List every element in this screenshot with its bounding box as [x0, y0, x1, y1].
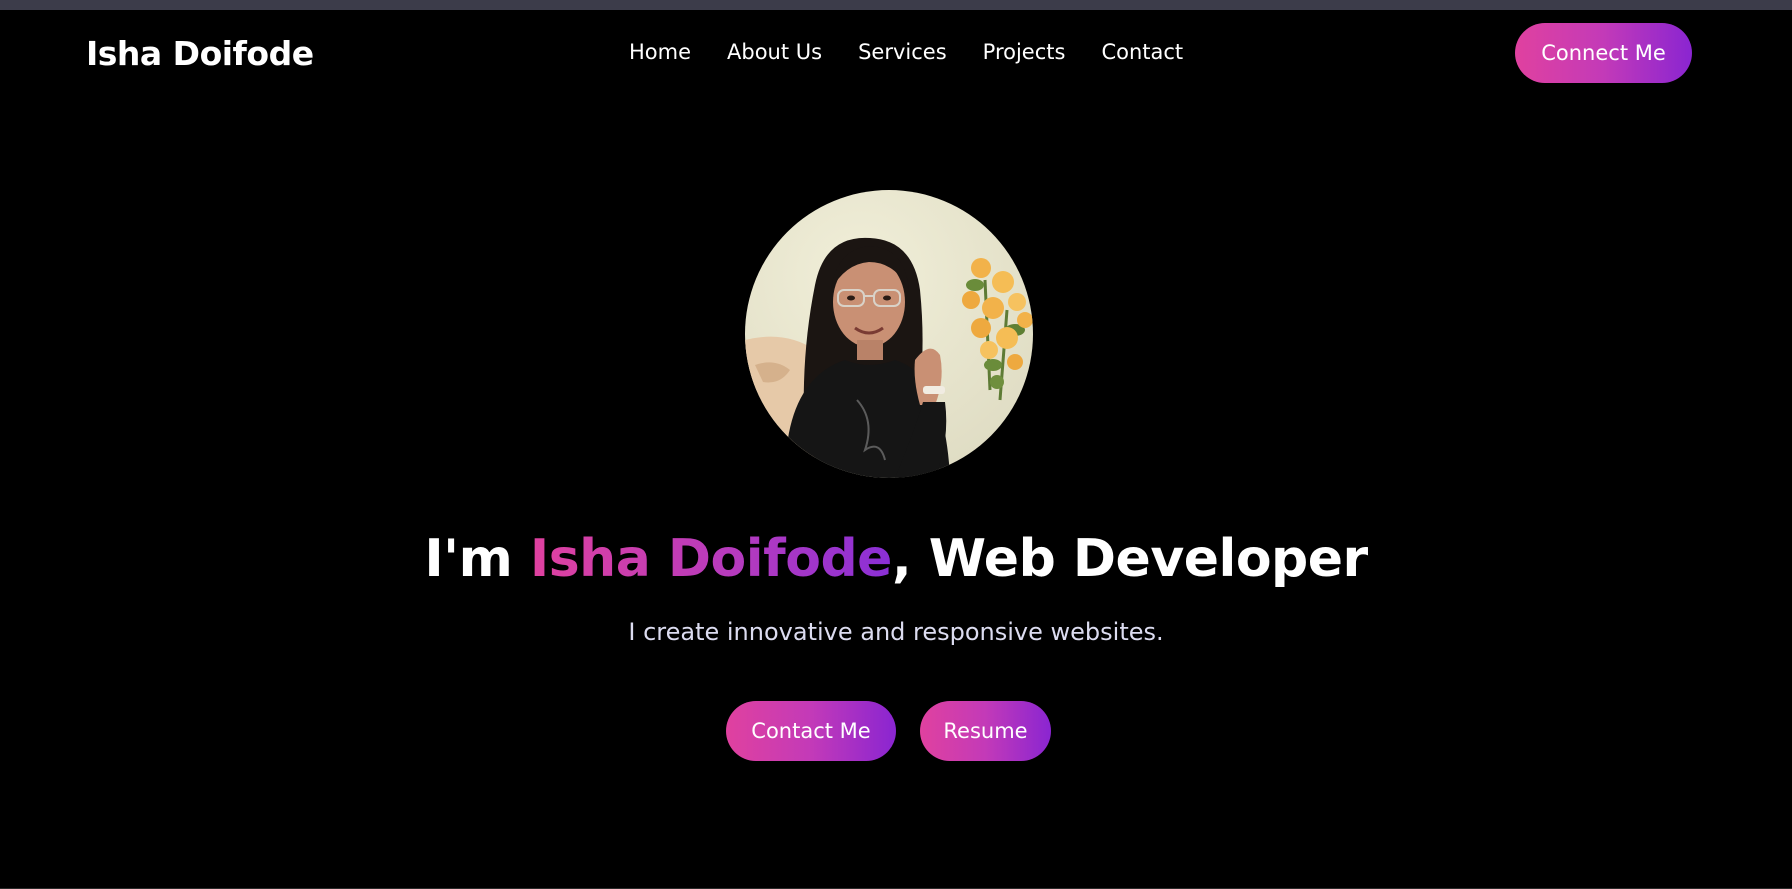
browser-top-strip [0, 0, 1792, 10]
nav-link-contact[interactable]: Contact [1101, 40, 1183, 65]
hero-subtitle: I create innovative and responsive websi… [628, 618, 1164, 646]
nav-link-services[interactable]: Services [858, 40, 947, 65]
site-logo[interactable]: Isha Doifode [86, 34, 314, 74]
hero-title: I'm Isha Doifode, Web Developer [0, 528, 1792, 590]
hero-title-prefix: I'm [424, 529, 530, 589]
resume-button[interactable]: Resume [920, 701, 1051, 761]
nav-links: Home About Us Services Projects Contact [629, 40, 1183, 65]
contact-me-button[interactable]: Contact Me [726, 701, 896, 761]
hero-cta-row: Contact Me Resume [726, 701, 1051, 761]
nav-link-projects[interactable]: Projects [983, 40, 1066, 65]
navbar: Isha Doifode Home About Us Services Proj… [0, 10, 1792, 98]
nav-link-about-us[interactable]: About Us [727, 40, 822, 65]
hero-title-name: Isha Doifode [529, 529, 893, 589]
profile-photo [745, 190, 1033, 478]
connect-me-button[interactable]: Connect Me [1515, 23, 1692, 83]
nav-link-home[interactable]: Home [629, 40, 691, 65]
hero-title-suffix: , Web Developer [891, 529, 1368, 589]
